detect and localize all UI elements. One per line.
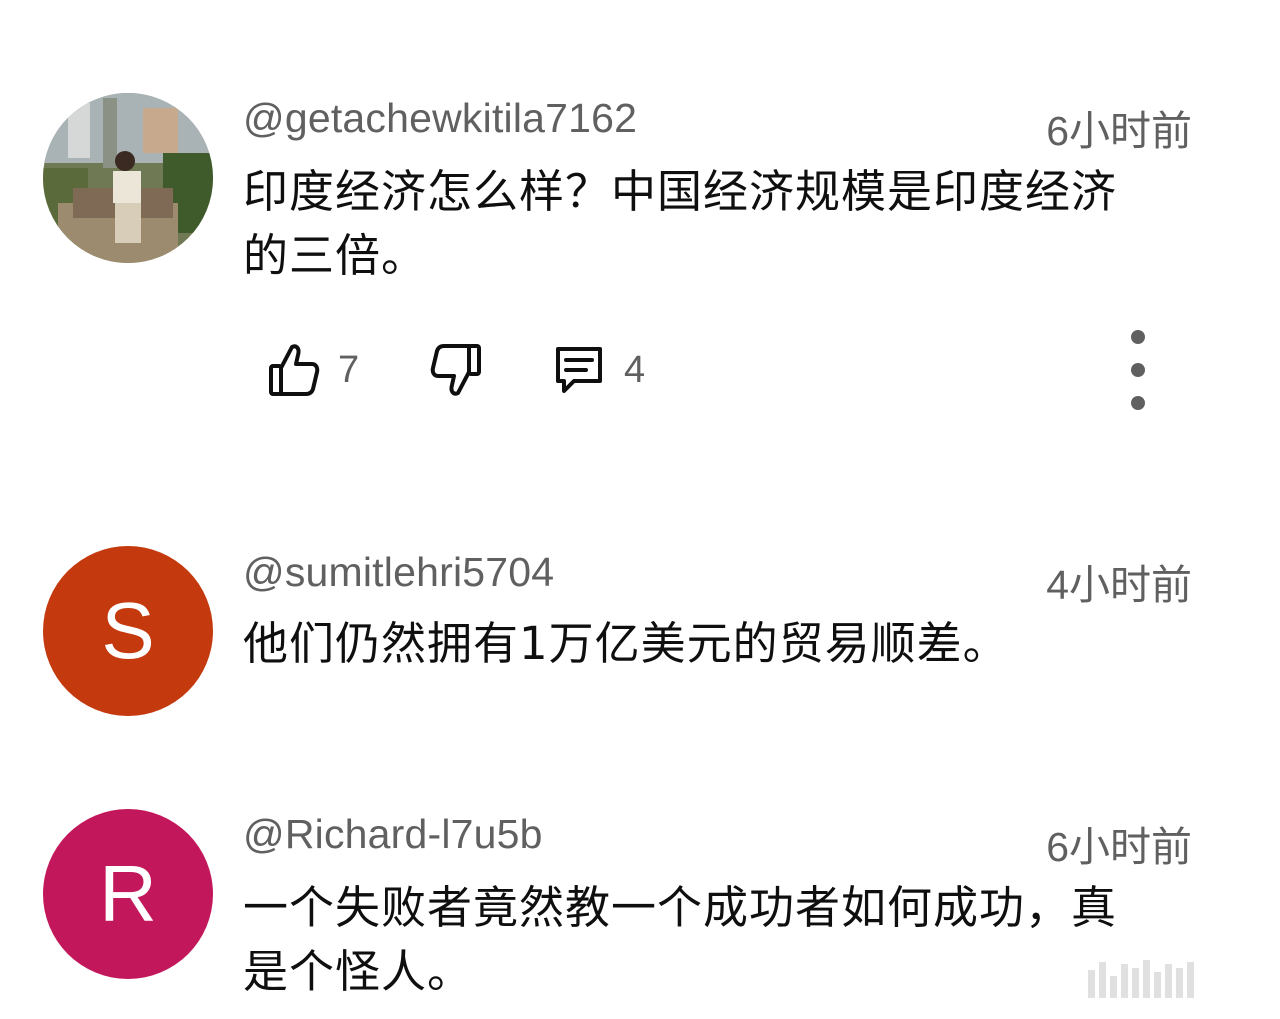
comment-author[interactable]: @Richard-l7u5b — [243, 811, 543, 858]
comment-text: 印度经济怎么样？中国经济规模是印度经济 的三倍。 — [243, 160, 1193, 288]
comment-text: 他们仍然拥有1万亿美元的贸易顺差。 — [243, 612, 1193, 676]
reply-count: 4 — [624, 348, 646, 391]
comment-timestamp: 6小时前 — [1046, 824, 1192, 870]
comment-author[interactable]: @getachewkitila7162 — [243, 95, 637, 142]
more-vertical-icon[interactable] — [1118, 330, 1158, 410]
like-count: 7 — [338, 348, 360, 391]
like-button[interactable]: 7 — [268, 338, 359, 402]
more-dot — [1131, 363, 1145, 377]
comment-text-line: 一个失败者竟然教一个成功者如何成功，真 — [243, 881, 1118, 934]
comment-text-line: 他们仍然拥有1万亿美元的贸易顺差。 — [243, 617, 1009, 670]
dislike-button[interactable] — [430, 338, 482, 402]
comment-text-line: 是个怪人。 — [243, 945, 474, 998]
comment-author[interactable]: @sumitlehri5704 — [243, 549, 554, 596]
avatar[interactable]: S — [43, 546, 213, 716]
comment-text-line: 的三倍。 — [243, 229, 428, 282]
avatar[interactable]: R — [43, 809, 213, 979]
comment-actions: 7 4 — [268, 330, 1208, 410]
comment-text-line: 印度经济怎么样？中国经济规模是印度经济 — [243, 165, 1118, 218]
more-dot — [1131, 330, 1145, 344]
thumb-up-icon — [268, 342, 320, 398]
comment-item: @getachewkitila7162 6小时前 印度经济怎么样？中国经济规模是… — [0, 0, 1280, 460]
thumb-down-icon — [430, 342, 482, 398]
comment-timestamp: 4小时前 — [1046, 562, 1192, 608]
comment-timestamp: 6小时前 — [1046, 108, 1192, 154]
comment-icon — [552, 343, 606, 397]
avatar-letter: R — [99, 849, 157, 938]
more-dot — [1131, 396, 1145, 410]
avatar[interactable] — [43, 93, 213, 263]
watermark — [1088, 958, 1256, 998]
reply-button[interactable]: 4 — [552, 338, 645, 402]
comment-text: 一个失败者竟然教一个成功者如何成功，真 是个怪人。 — [243, 876, 1193, 1004]
avatar-letter: S — [101, 586, 155, 675]
